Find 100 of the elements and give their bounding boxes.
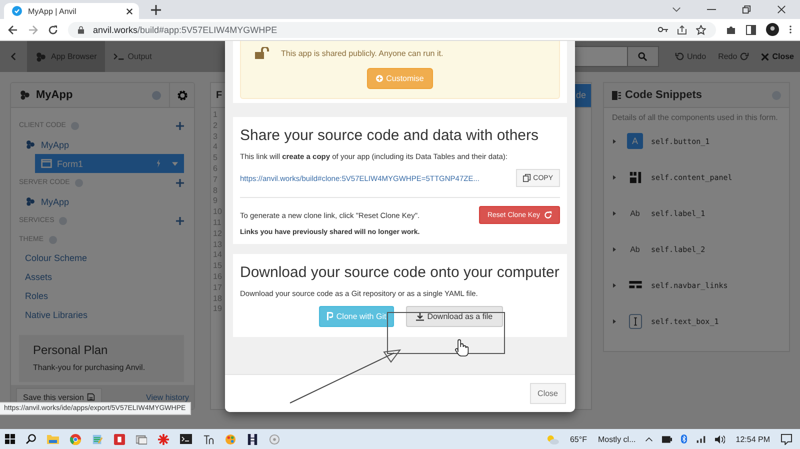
close-button[interactable]: Close <box>530 383 566 404</box>
tab-title: MyApp | Anvil <box>28 6 78 16</box>
close-icon[interactable] <box>777 5 786 14</box>
plan-text: Thank-you for purchasing Anvil. <box>33 363 146 372</box>
terminal-icon <box>112 53 124 60</box>
expand-icon[interactable] <box>613 282 616 288</box>
weather-text[interactable]: Mostly cl... <box>598 434 636 444</box>
close-icon <box>761 52 770 60</box>
panel-description: Details of all the components used in this form. <box>611 112 779 123</box>
logo-icon <box>35 52 47 62</box>
expand-icon[interactable] <box>613 174 616 180</box>
app-icon[interactable] <box>203 434 214 444</box>
browser-icon[interactable] <box>70 434 81 444</box>
list-icon <box>612 90 621 100</box>
star-icon[interactable] <box>696 24 706 34</box>
banner-text: This app is shared publicly. Anyone can run it. <box>281 48 444 58</box>
notification-icon[interactable] <box>781 434 792 444</box>
lock-icon <box>78 26 84 34</box>
editor-title: F <box>216 90 222 100</box>
view-history-link[interactable]: View history <box>146 392 189 402</box>
logo-icon <box>25 197 36 206</box>
section-heading: Download your source code onto your computer <box>240 264 560 281</box>
app-icon[interactable] <box>247 434 258 444</box>
terminal-icon[interactable] <box>180 434 192 444</box>
label-component-icon: Ab <box>630 244 640 254</box>
logo-icon <box>19 90 31 100</box>
sidebar-icon[interactable] <box>746 24 756 34</box>
paint-icon[interactable] <box>225 434 236 444</box>
notepad-icon[interactable] <box>92 434 103 444</box>
folder-icon[interactable] <box>47 434 59 444</box>
share-icon[interactable] <box>677 24 687 34</box>
textbox-component-icon <box>628 314 642 328</box>
theme-link[interactable]: Native Libraries <box>19 306 184 325</box>
volume-icon[interactable] <box>714 434 725 444</box>
search-icon <box>638 52 648 61</box>
git-icon <box>327 312 334 321</box>
unlocked-icon <box>255 47 271 59</box>
windows-start-icon[interactable] <box>5 434 15 444</box>
new-tab-icon[interactable] <box>151 5 161 15</box>
battery-icon[interactable] <box>662 436 672 442</box>
expand-icon[interactable] <box>613 318 616 324</box>
panel-title: Code Snippets <box>625 89 702 101</box>
lightning-icon[interactable] <box>156 159 161 168</box>
form-icon <box>41 159 52 168</box>
back-arrow-icon[interactable] <box>8 24 18 34</box>
button-component-icon: A <box>627 133 643 149</box>
clone-with-git-button[interactable]: Clone with Git <box>319 306 394 327</box>
browser-tab[interactable]: MyApp | Anvil <box>4 3 139 19</box>
add-icon[interactable] <box>176 178 184 186</box>
settings-button[interactable] <box>169 83 194 107</box>
add-icon[interactable] <box>176 216 184 224</box>
search-icon[interactable] <box>26 434 36 444</box>
redo-icon <box>740 52 750 61</box>
theme-link[interactable]: Assets <box>19 268 184 287</box>
disc-icon[interactable] <box>269 434 280 444</box>
theme-link[interactable]: Colour Scheme <box>19 249 184 268</box>
gear-icon <box>176 90 188 100</box>
tree-item[interactable]: MyApp <box>19 135 184 154</box>
section-heading: Share your source code and data with others <box>240 127 540 144</box>
caret-icon[interactable] <box>644 436 653 442</box>
copy-icon <box>523 174 532 182</box>
search-button[interactable] <box>626 46 659 67</box>
panel-component-icon <box>628 170 642 184</box>
label-component-icon: Ab <box>630 208 640 218</box>
clock-time[interactable]: 12:54 PM <box>736 434 770 444</box>
expand-icon[interactable] <box>613 246 616 252</box>
avatar-icon[interactable] <box>766 23 779 36</box>
back-icon <box>11 52 16 61</box>
logo-icon <box>25 140 36 149</box>
key-icon[interactable] <box>658 26 668 33</box>
reload-icon[interactable] <box>48 24 58 34</box>
expand-icon[interactable] <box>613 210 616 216</box>
caret-icon[interactable] <box>672 5 681 14</box>
restore-icon[interactable] <box>742 5 751 14</box>
refresh-icon <box>544 211 552 219</box>
download-file-button[interactable]: Download as a file <box>406 306 503 327</box>
network-icon[interactable] <box>696 434 706 444</box>
close-icon[interactable] <box>126 8 133 14</box>
add-icon[interactable] <box>176 122 184 130</box>
forward-arrow-icon[interactable] <box>28 24 38 34</box>
plan-title: Personal Plan <box>33 343 109 357</box>
window-icon[interactable] <box>136 434 147 444</box>
output-button[interactable]: Output <box>104 41 160 72</box>
star-icon[interactable] <box>158 434 169 444</box>
expand-icon[interactable] <box>613 138 616 144</box>
temperature[interactable]: 65°F <box>570 434 587 444</box>
close-button[interactable]: Close <box>755 41 800 72</box>
tree-item[interactable]: MyApp <box>19 192 184 211</box>
address-field[interactable]: anvil.works/build#app:5V57ELIW4MYGWHPE <box>68 22 716 38</box>
navbar-component-icon <box>628 280 642 290</box>
menu-icon[interactable] <box>789 24 792 35</box>
tree-item[interactable]: Form1 <box>35 154 184 173</box>
app-favicon-icon <box>12 6 22 16</box>
hand-cursor-icon <box>455 339 469 356</box>
save-icon <box>86 393 95 401</box>
undo-icon <box>674 52 684 61</box>
download-icon <box>416 312 424 320</box>
bluetooth-icon[interactable] <box>680 434 687 444</box>
theme-link[interactable]: Roles <box>19 287 184 306</box>
url-text: anvil.works/build#app:5V57ELIW4MYGWHPE <box>93 24 278 34</box>
